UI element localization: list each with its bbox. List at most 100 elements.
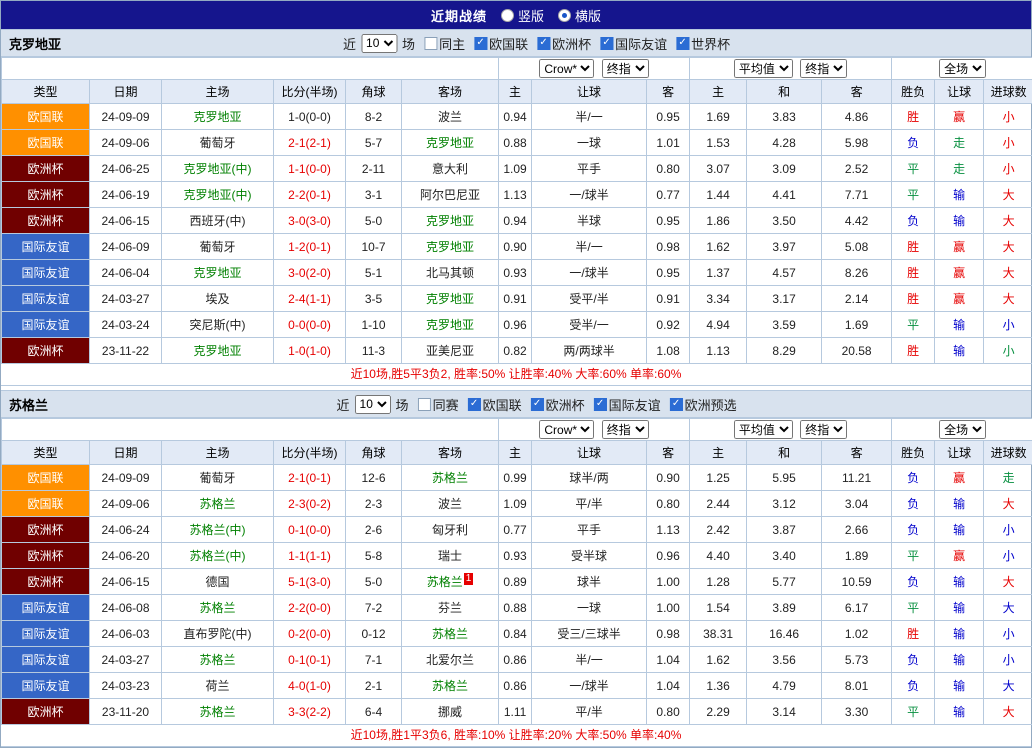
home-team[interactable]: 直布罗陀(中) [162, 621, 274, 647]
goals-result: 小 [984, 338, 1032, 364]
scope-select[interactable]: 全场 [939, 59, 986, 78]
away-team[interactable]: 苏格兰 [402, 621, 499, 647]
home-team[interactable]: 克罗地亚(中) [162, 156, 274, 182]
competition-checkbox[interactable]: ✓ [676, 37, 689, 50]
away-team[interactable]: 克罗地亚 [402, 286, 499, 312]
competition-checkbox[interactable]: ✓ [537, 37, 550, 50]
competition-filter[interactable]: ✓ 欧洲杯 [531, 395, 585, 414]
odds-time-select[interactable]: 终指 [602, 420, 649, 439]
home-team[interactable]: 克罗地亚 [162, 104, 274, 130]
home-team[interactable]: 突尼斯(中) [162, 312, 274, 338]
home-odds: 0.86 [499, 647, 532, 673]
home-team[interactable]: 荷兰 [162, 673, 274, 699]
home-team[interactable]: 西班牙(中) [162, 208, 274, 234]
same-filter[interactable]: 同主 [424, 34, 465, 53]
away-team[interactable]: 北马其顿 [402, 260, 499, 286]
competition-checkbox[interactable]: ✓ [531, 398, 544, 411]
away-team[interactable]: 苏格兰 [402, 465, 499, 491]
corner-header: 角球 [346, 441, 402, 465]
handicap-result: 走 [935, 156, 984, 182]
away-team[interactable]: 亚美尼亚 [402, 338, 499, 364]
away-team[interactable]: 挪威 [402, 699, 499, 725]
home-team[interactable]: 苏格兰(中) [162, 517, 274, 543]
match-count-select[interactable]: 10 [355, 395, 391, 414]
competition-filter[interactable]: ✓ 欧国联 [474, 34, 528, 53]
radio-vertical-layout[interactable]: 竖版 [501, 6, 544, 25]
same-checkbox[interactable] [424, 37, 437, 50]
avg-home-odds: 1.86 [690, 208, 747, 234]
away-team[interactable]: 苏格兰 [402, 673, 499, 699]
away-team[interactable]: 芬兰 [402, 595, 499, 621]
away-team[interactable]: 波兰 [402, 104, 499, 130]
handicap-line: 受三/三球半 [532, 621, 647, 647]
competition-filter[interactable]: ✓ 世界杯 [676, 34, 730, 53]
competition-checkbox[interactable]: ✓ [600, 37, 613, 50]
top-bar: 近期战绩 竖版 横版 [1, 1, 1031, 29]
odds-time-select[interactable]: 终指 [602, 59, 649, 78]
home-team[interactable]: 克罗地亚(中) [162, 182, 274, 208]
away-team[interactable]: 克罗地亚 [402, 208, 499, 234]
result-badge: 负 [892, 647, 935, 673]
avg-away-odds: 4.42 [822, 208, 892, 234]
away-team[interactable]: 克罗地亚 [402, 312, 499, 338]
home-team[interactable]: 克罗地亚 [162, 260, 274, 286]
home-team[interactable]: 苏格兰(中) [162, 543, 274, 569]
away-odds: 0.98 [647, 234, 690, 260]
competition-filter[interactable]: ✓ 国际友谊 [594, 395, 661, 414]
home-team[interactable]: 葡萄牙 [162, 130, 274, 156]
result-header: 胜负 [892, 80, 935, 104]
home-team[interactable]: 葡萄牙 [162, 465, 274, 491]
odds-source-select[interactable]: Crow* [539, 59, 594, 78]
away-team[interactable]: 克罗地亚 [402, 130, 499, 156]
away-team[interactable]: 瑞士 [402, 543, 499, 569]
home-team[interactable]: 苏格兰 [162, 647, 274, 673]
competition-checkbox[interactable]: ✓ [670, 398, 683, 411]
average-time-select[interactable]: 终指 [800, 59, 847, 78]
match-count-select[interactable]: 10 [361, 34, 397, 53]
competition-label: 欧洲杯 [552, 34, 591, 53]
same-filter[interactable]: 同赛 [418, 395, 459, 414]
result-badge: 负 [892, 465, 935, 491]
radio-vertical-icon[interactable] [501, 9, 514, 22]
red-card-badge: 1 [464, 573, 474, 585]
match-date: 23-11-20 [90, 699, 162, 725]
away-team[interactable]: 意大利 [402, 156, 499, 182]
home-odds-header: 主 [499, 80, 532, 104]
home-team[interactable]: 德国 [162, 569, 274, 595]
away-team[interactable]: 阿尔巴尼亚 [402, 182, 499, 208]
away-team[interactable]: 匈牙利 [402, 517, 499, 543]
scope-select[interactable]: 全场 [939, 420, 986, 439]
date-header: 日期 [90, 80, 162, 104]
competition-filter[interactable]: ✓ 欧洲预选 [670, 395, 737, 414]
away-team[interactable]: 苏格兰1 [402, 569, 499, 595]
match-score: 2-2(0-0) [274, 595, 346, 621]
home-team[interactable]: 苏格兰 [162, 491, 274, 517]
corner-score: 5-0 [346, 208, 402, 234]
competition-checkbox[interactable]: ✓ [594, 398, 607, 411]
home-team[interactable]: 埃及 [162, 286, 274, 312]
avg-home-odds: 1.69 [690, 104, 747, 130]
average-select[interactable]: 平均值 [734, 59, 793, 78]
home-team[interactable]: 苏格兰 [162, 699, 274, 725]
competition-checkbox[interactable]: ✓ [474, 37, 487, 50]
radio-horizontal-layout[interactable]: 横版 [558, 6, 601, 25]
match-type-badge: 欧国联 [2, 491, 90, 517]
home-team[interactable]: 苏格兰 [162, 595, 274, 621]
layout-radio-group: 竖版 横版 [501, 6, 601, 25]
same-checkbox[interactable] [418, 398, 431, 411]
away-team[interactable]: 波兰 [402, 491, 499, 517]
radio-horizontal-icon[interactable] [558, 9, 571, 22]
handicap-line: 半球 [532, 208, 647, 234]
average-select[interactable]: 平均值 [734, 420, 793, 439]
competition-checkbox[interactable]: ✓ [468, 398, 481, 411]
average-time-select[interactable]: 终指 [800, 420, 847, 439]
away-team[interactable]: 北爱尔兰 [402, 647, 499, 673]
home-team[interactable]: 克罗地亚 [162, 338, 274, 364]
avg-home-header: 主 [690, 80, 747, 104]
competition-filter[interactable]: ✓ 国际友谊 [600, 34, 667, 53]
competition-filter[interactable]: ✓ 欧洲杯 [537, 34, 591, 53]
competition-filter[interactable]: ✓ 欧国联 [468, 395, 522, 414]
odds-source-select[interactable]: Crow* [539, 420, 594, 439]
home-team[interactable]: 葡萄牙 [162, 234, 274, 260]
away-team[interactable]: 克罗地亚 [402, 234, 499, 260]
